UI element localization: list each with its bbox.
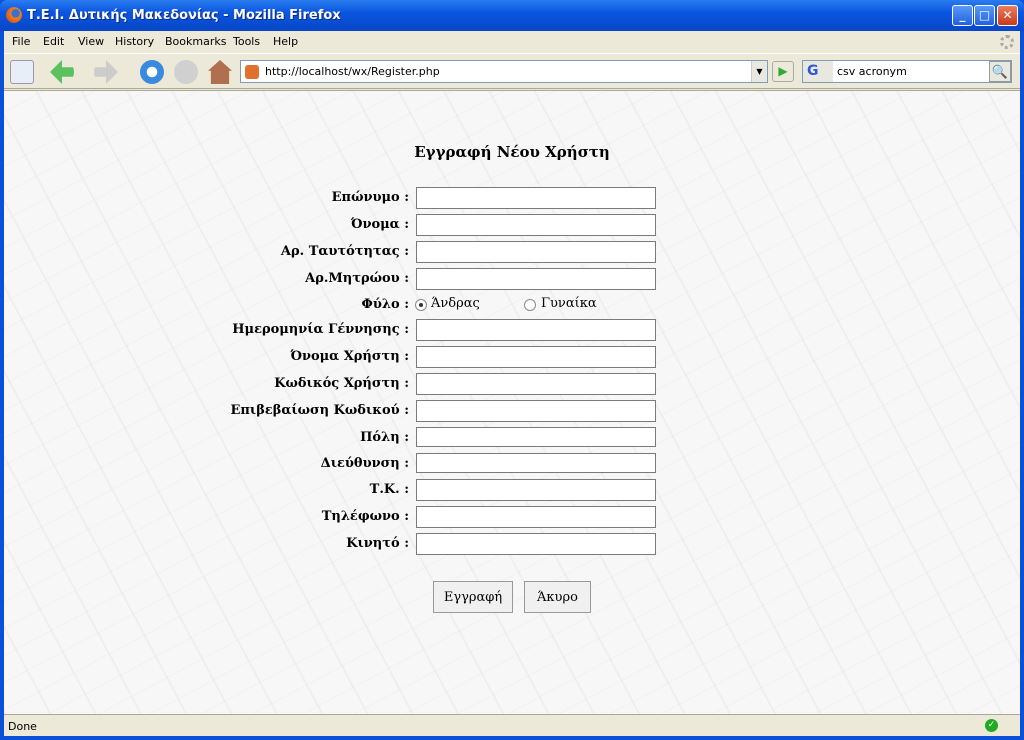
menu-tools[interactable]: Tools xyxy=(233,35,260,48)
status-text: Done xyxy=(8,720,37,733)
check-icon: ✓ xyxy=(985,719,998,732)
mobile-input[interactable] xyxy=(416,533,656,555)
url-dropdown-icon[interactable]: ▼ xyxy=(751,61,767,82)
close-button[interactable]: ✕ xyxy=(997,5,1018,26)
go-icon[interactable]: ▶ xyxy=(772,61,794,82)
field-name: Όνομα : xyxy=(4,214,1020,236)
field-gender: Φύλο : Άνδρας Γυναίκα xyxy=(361,296,597,312)
postal-code-input[interactable] xyxy=(416,479,656,501)
birthdate-input[interactable] xyxy=(416,319,656,341)
url-bar[interactable]: http://localhost/wx/Register.php ▼ xyxy=(240,60,768,83)
status-bar: Done ✓ xyxy=(4,714,1020,736)
radio-male-label[interactable]: Άνδρας xyxy=(431,296,480,311)
window-title: Τ.Ε.Ι. Δυτικής Μακεδονίας - Mozilla Fire… xyxy=(27,8,341,23)
surname-input[interactable] xyxy=(416,187,656,209)
page-content: Εγγραφή Νέου Χρήστη Επώνυμο : Όνομα : Αρ… xyxy=(4,90,1020,714)
name-input[interactable] xyxy=(416,214,656,236)
title-bar: Τ.Ε.Ι. Δυτικής Μακεδονίας - Mozilla Fire… xyxy=(0,0,1024,31)
field-city: Πόλη : xyxy=(4,427,1020,449)
field-password: Κωδικός Χρήστη : xyxy=(4,373,1020,395)
menu-file[interactable]: File xyxy=(12,35,30,48)
url-text[interactable]: http://localhost/wx/Register.php xyxy=(265,65,440,78)
menu-bar: File Edit View History Bookmarks Tools H… xyxy=(4,31,1020,52)
radio-male[interactable] xyxy=(415,299,427,311)
field-registry-number: Αρ.Μητρώου : xyxy=(4,268,1020,290)
phone-input[interactable] xyxy=(416,506,656,528)
username-input[interactable] xyxy=(416,346,656,368)
reload-icon[interactable] xyxy=(140,60,164,84)
minimize-button[interactable]: _ xyxy=(952,5,973,26)
search-icon[interactable]: 🔍 xyxy=(989,61,1011,82)
cancel-button[interactable]: Άκυρο xyxy=(524,581,591,613)
field-id-number: Αρ. Ταυτότητας : xyxy=(4,241,1020,263)
maximize-button[interactable]: □ xyxy=(974,5,995,26)
field-birthdate: Ημερομηνία Γέννησης : xyxy=(4,319,1020,341)
field-confirm-password: Επιβεβαίωση Κωδικού : xyxy=(4,400,1020,422)
stop-icon[interactable] xyxy=(174,60,198,84)
field-phone: Τηλέφωνο : xyxy=(4,506,1020,528)
confirm-password-input[interactable] xyxy=(416,400,656,422)
city-input[interactable] xyxy=(416,427,656,447)
home-icon[interactable] xyxy=(208,60,232,84)
menu-bookmarks[interactable]: Bookmarks xyxy=(165,35,226,48)
back-icon[interactable] xyxy=(50,60,74,84)
page-title: Εγγραφή Νέου Χρήστη xyxy=(414,143,610,161)
field-username: Όνομα Χρήστη : xyxy=(4,346,1020,368)
menu-view[interactable]: View xyxy=(78,35,104,48)
search-box[interactable]: G csv acronym 🔍 xyxy=(802,60,1012,83)
id-number-input[interactable] xyxy=(416,241,656,263)
radio-female-label[interactable]: Γυναίκα xyxy=(541,296,597,311)
menu-help[interactable]: Help xyxy=(273,35,298,48)
search-input[interactable]: csv acronym xyxy=(837,65,907,78)
registry-number-input[interactable] xyxy=(416,268,656,290)
favicon-icon xyxy=(245,65,259,79)
navigation-toolbar: http://localhost/wx/Register.php ▼ ▶ G c… xyxy=(4,53,1020,89)
password-input[interactable] xyxy=(416,373,656,395)
firefox-icon xyxy=(6,7,22,23)
menu-history[interactable]: History xyxy=(115,35,154,48)
radio-female[interactable] xyxy=(524,299,536,311)
register-button[interactable]: Εγγραφή xyxy=(433,581,513,613)
throbber-icon xyxy=(1000,35,1014,49)
forward-icon[interactable] xyxy=(94,60,118,84)
search-engine-icon[interactable]: G xyxy=(803,61,833,82)
field-mobile: Κινητό : xyxy=(4,533,1020,555)
field-address: Διεύθυνση : xyxy=(4,453,1020,475)
field-surname: Επώνυμο : xyxy=(4,187,1020,209)
new-tab-icon[interactable] xyxy=(10,60,34,84)
field-postal-code: Τ.Κ. : xyxy=(4,479,1020,501)
browser-frame: File Edit View History Bookmarks Tools H… xyxy=(4,31,1020,736)
address-input[interactable] xyxy=(416,453,656,473)
menu-edit[interactable]: Edit xyxy=(43,35,64,48)
